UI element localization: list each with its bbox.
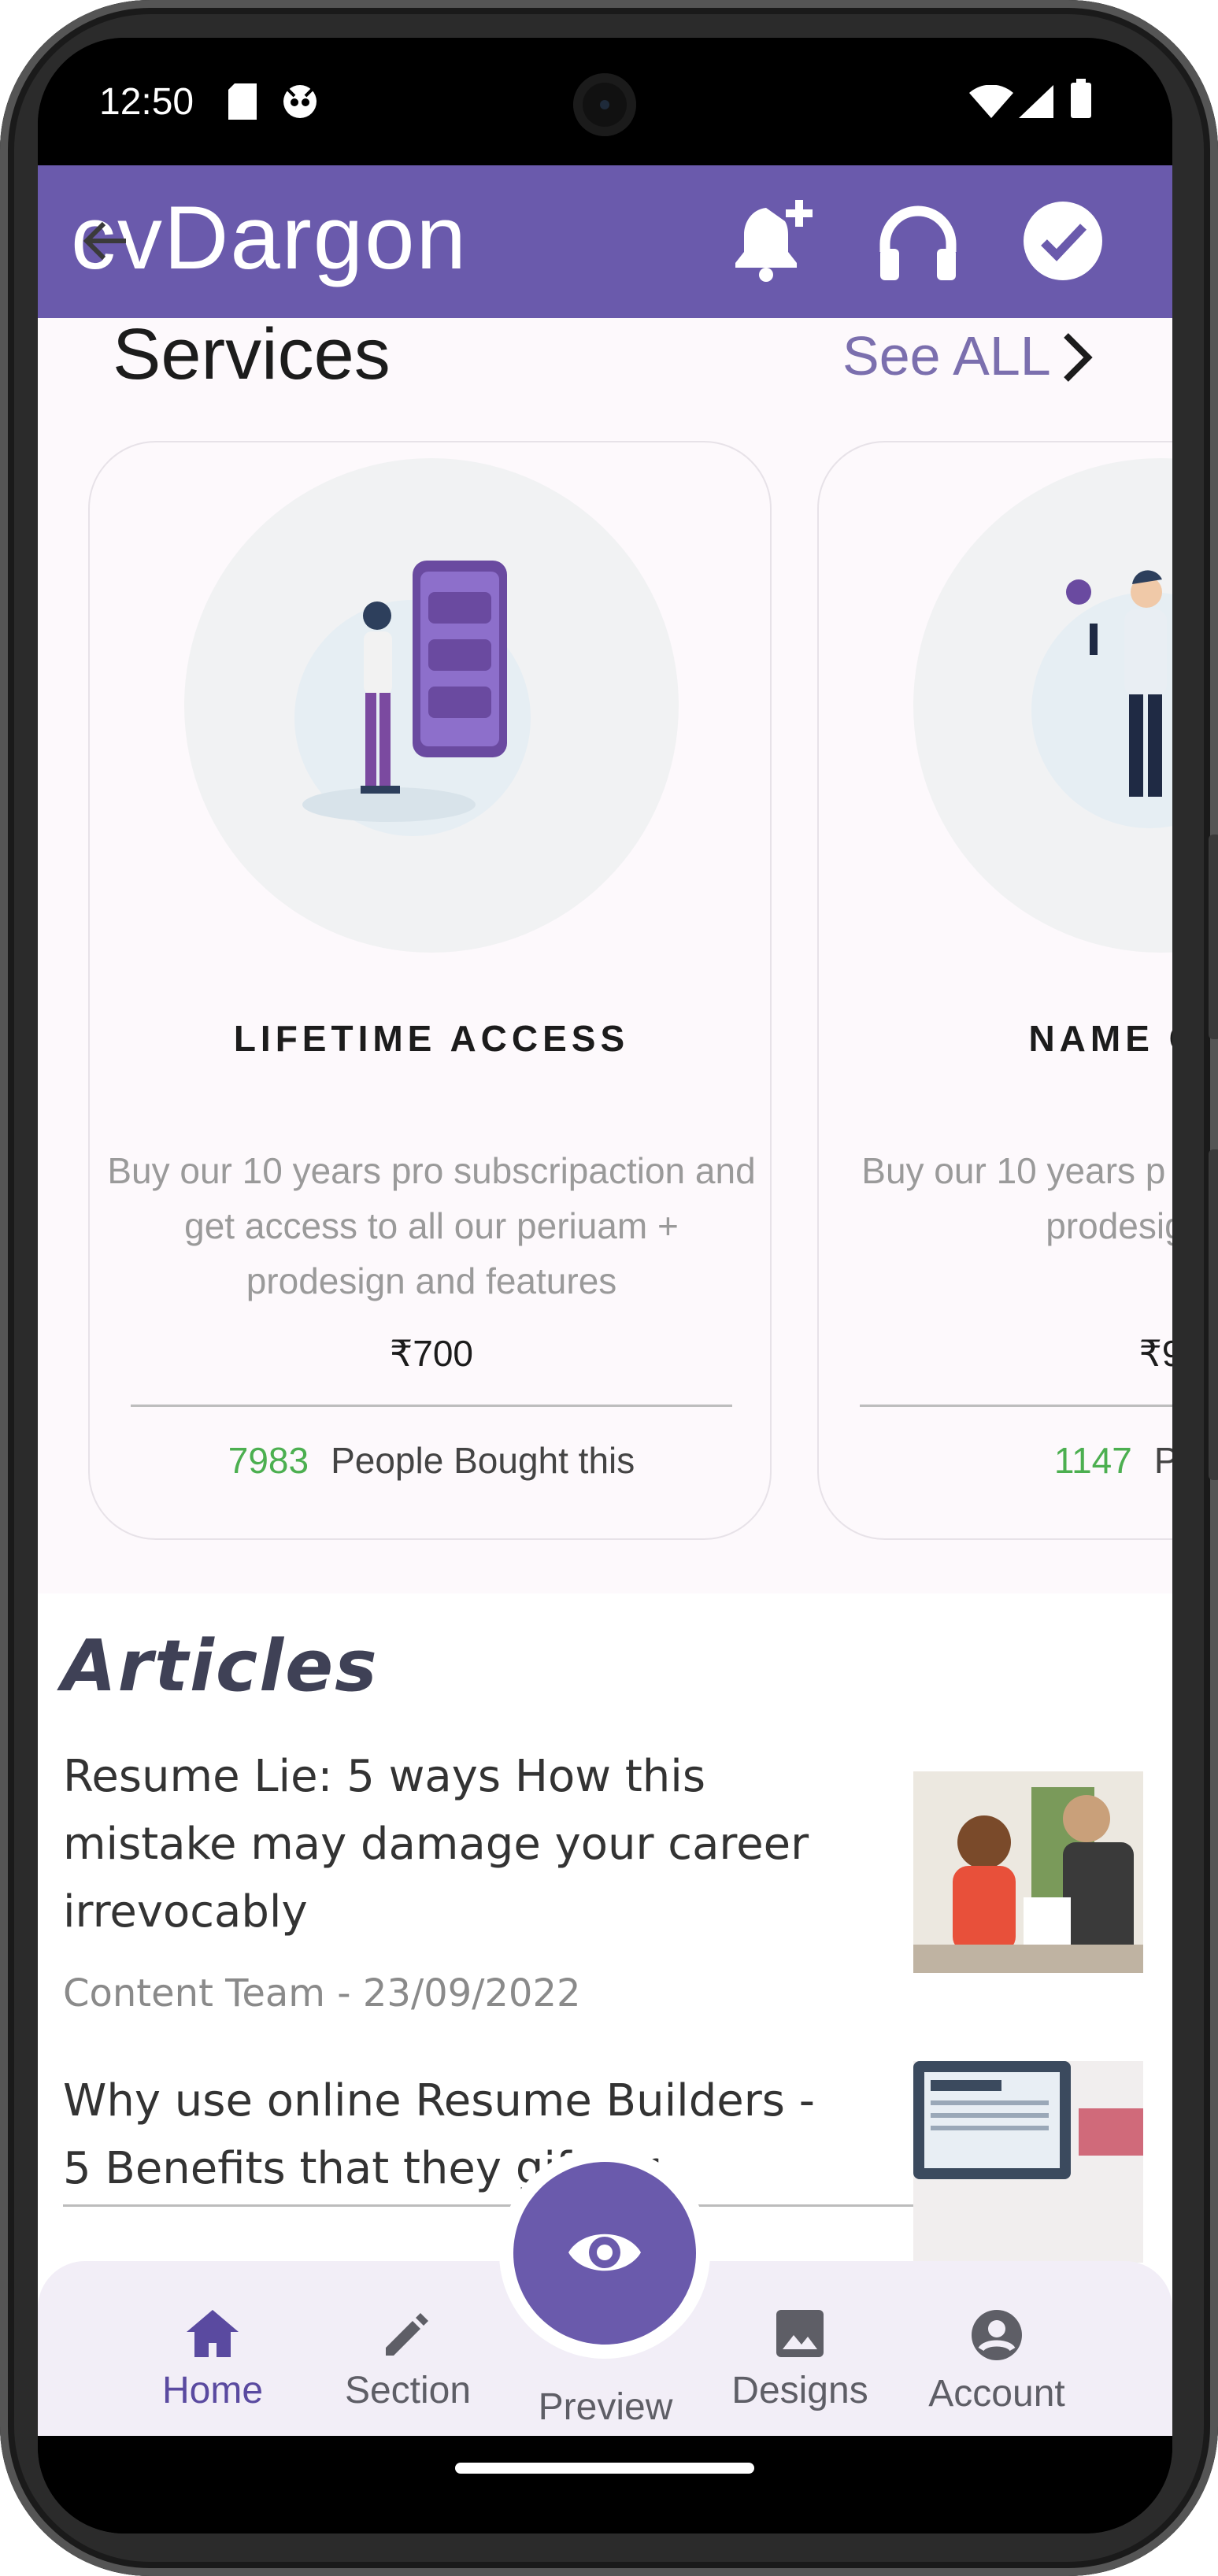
article-thumbnail[interactable] <box>913 2061 1143 2263</box>
headset-icon[interactable] <box>879 205 957 284</box>
article-title[interactable]: Resume Lie: 5 ways How this mistake may … <box>63 1743 842 1946</box>
card-price: ₹700 <box>389 1333 473 1374</box>
services-section: Services See ALL LIFETIME ACCESS Buy our… <box>38 314 1172 1593</box>
chevron-right-icon[interactable] <box>1061 332 1093 387</box>
article-thumbnail[interactable] <box>913 1771 1143 1973</box>
article-item[interactable]: Resume Lie: 5 ways How this mistake may … <box>63 1743 1143 2015</box>
cellular-signal-icon <box>1019 85 1053 122</box>
nav-preview-label[interactable]: Preview <box>507 2385 704 2429</box>
status-time: 12:50 <box>99 81 194 123</box>
power-button <box>1209 1149 1218 1480</box>
service-card-lifetime-access[interactable]: LIFETIME ACCESS Buy our 10 years pro sub… <box>88 441 772 1540</box>
nav-designs-label: Designs <box>731 2370 868 2411</box>
nav-section[interactable]: Section <box>305 2308 510 2412</box>
app-title: cvDargon <box>71 188 468 288</box>
volume-button <box>1209 835 1218 1039</box>
card-footer: 7983 People Bought this <box>90 1439 773 1482</box>
card-divider <box>131 1405 732 1407</box>
nav-home-label: Home <box>161 2370 264 2411</box>
phone-person-illustration <box>294 561 531 836</box>
wifi-icon <box>969 84 1013 122</box>
nav-section-label: Section <box>344 2370 472 2411</box>
nav-home[interactable]: Home <box>110 2308 315 2412</box>
service-card-name-change[interactable]: NAME CHAN Buy our 10 years p and get acc… <box>817 441 1172 1540</box>
articles-title: Articles <box>61 1625 379 1708</box>
preview-fab-button[interactable] <box>513 2162 696 2345</box>
eye-icon <box>568 2234 641 2271</box>
pencil-icon <box>386 2313 428 2356</box>
nav-designs[interactable]: Designs <box>698 2308 902 2412</box>
purchase-count: 1147 <box>1053 1440 1132 1481</box>
nav-account[interactable]: Account <box>894 2308 1099 2415</box>
account-icon <box>972 2310 1022 2360</box>
home-indicator[interactable] <box>455 2463 754 2474</box>
app-bar: cvDargon <box>38 165 1172 318</box>
card-footer: 1147 People <box>819 1439 1172 1482</box>
screen: 12:50 cvDargon Services See ALL LIFETIME… <box>38 38 1172 2533</box>
card-price: ₹9 <box>1138 1333 1172 1374</box>
check-circle-icon[interactable] <box>1022 200 1104 286</box>
app-content: cvDargon Services See ALL LIFETIME ACCES… <box>38 165 1172 2436</box>
home-icon <box>187 2310 239 2357</box>
speaking-person-illustration <box>1031 570 1172 828</box>
card-title: NAME CHAN <box>1028 1018 1172 1059</box>
notification-icon <box>282 83 318 124</box>
purchase-count-label: People <box>1153 1440 1172 1481</box>
back-arrow-icon[interactable] <box>83 220 128 265</box>
card-title: LIFETIME ACCESS <box>233 1018 630 1059</box>
services-title: Services <box>113 314 391 394</box>
card-description: Buy our 10 years pro subscripaction and … <box>107 1150 756 1301</box>
battery-icon <box>1071 79 1091 122</box>
card-description: Buy our 10 years p and get access to pro… <box>861 1150 1172 1246</box>
purchase-count-label: People Bought this <box>331 1440 635 1481</box>
see-all-link[interactable]: See ALL <box>842 324 1051 387</box>
purchase-count: 7983 <box>228 1440 309 1481</box>
front-camera <box>573 73 636 136</box>
system-navigation-bar <box>38 2436 1172 2533</box>
status-bar: 12:50 <box>38 38 1172 164</box>
bell-plus-icon[interactable] <box>731 200 817 286</box>
article-meta: Content Team - 23/09/2022 <box>63 1971 581 2015</box>
nav-account-label: Account <box>928 2373 1065 2415</box>
sd-card-icon <box>228 83 257 124</box>
article-title[interactable]: Why use online Resume Builders - 5 Benef… <box>63 2067 842 2203</box>
card-divider <box>860 1405 1172 1407</box>
image-icon <box>776 2310 824 2357</box>
